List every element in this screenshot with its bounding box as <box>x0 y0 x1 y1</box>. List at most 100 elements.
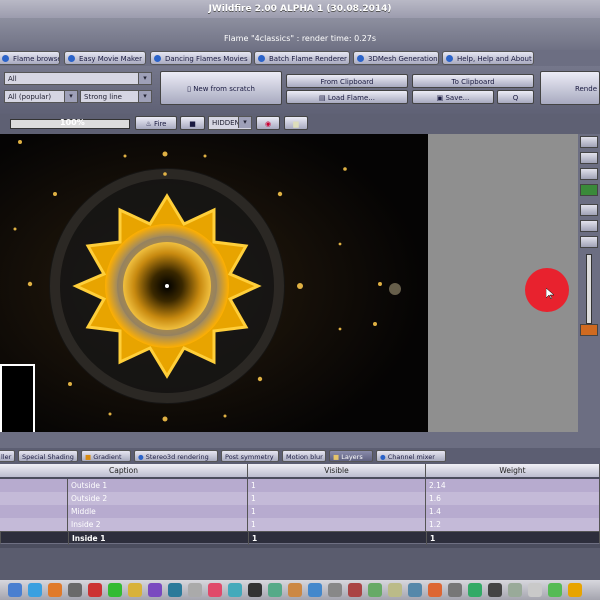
fractal-image <box>0 134 428 432</box>
to-clipboard-button[interactable]: To Clipboard <box>412 74 534 88</box>
row-weight: 1 <box>427 532 600 545</box>
tab-batch-renderer[interactable]: Batch Flame Renderer <box>254 51 350 65</box>
stop-button[interactable]: ■ <box>180 116 205 130</box>
main-tabs: Flame browser Easy Movie Maker Dancing F… <box>0 50 600 66</box>
tab-help[interactable]: Help, Help and About <box>442 51 534 65</box>
table-row[interactable]: Middle 1 1.4 <box>0 505 600 519</box>
app-icon[interactable] <box>508 583 522 597</box>
app-icon[interactable] <box>568 583 582 597</box>
fire-button[interactable]: ♨ Fire <box>135 116 177 130</box>
from-clipboard-button[interactable]: From Clipboard <box>286 74 408 88</box>
vertical-slider[interactable] <box>586 254 592 324</box>
separator-bar <box>0 432 600 448</box>
app-icon[interactable] <box>68 583 82 597</box>
movie-icon <box>68 55 75 62</box>
note-icon: ▆ <box>293 120 299 128</box>
app-icon[interactable] <box>428 583 442 597</box>
filter-select[interactable]: All ▾ <box>4 72 152 85</box>
quicksave-button[interactable]: Q <box>497 90 534 104</box>
window-title: JWildfire 2.00 ALPHA 1 (30.08.2014) <box>0 0 600 18</box>
column-visible[interactable]: Visible <box>248 464 426 477</box>
row-weight: 1.2 <box>426 518 600 531</box>
flame-preview[interactable] <box>0 134 428 432</box>
tab-channel-mixer[interactable]: ● Channel mixer <box>376 450 446 462</box>
scale-tool-button[interactable] <box>580 168 598 180</box>
thumbnail-preview[interactable] <box>0 364 35 439</box>
random-generator-select[interactable]: All (popular) ▾ <box>4 90 78 103</box>
color-wheel-icon: ◉ <box>264 120 272 128</box>
app-icon[interactable] <box>188 583 202 597</box>
app-icon[interactable] <box>288 583 302 597</box>
tab-gradient[interactable]: ■ Gradient <box>81 450 131 462</box>
glasses-icon: ● <box>138 453 144 461</box>
tab-flame-browser[interactable]: Flame browser <box>0 51 60 65</box>
help-icon <box>446 55 453 62</box>
app-icon[interactable] <box>108 583 122 597</box>
table-row-selected[interactable]: Inside 1 1 1 <box>0 531 600 545</box>
tab-motion-blur[interactable]: Motion blur <box>282 450 326 462</box>
tab-stereo3d[interactable]: ● Stereo3d rendering <box>134 450 218 462</box>
app-icon[interactable] <box>128 583 142 597</box>
tab-dancing-flames[interactable]: Dancing Flames Movies <box>150 51 252 65</box>
load-flame-button[interactable]: ▤ Load Flame... <box>286 90 408 104</box>
row-caption: Inside 1 <box>69 532 249 545</box>
layers-icon: ■ <box>333 453 340 461</box>
app-icon[interactable] <box>268 583 282 597</box>
row-weight: 1.4 <box>426 505 600 518</box>
app-icon[interactable] <box>468 583 482 597</box>
tab-layers[interactable]: ■ Layers <box>329 450 373 462</box>
folder-icon: ▤ <box>319 94 328 102</box>
grid-tool-button[interactable] <box>580 184 598 196</box>
app-icon[interactable] <box>208 583 222 597</box>
tab-easy-movie-maker[interactable]: Easy Movie Maker <box>64 51 146 65</box>
note-button[interactable]: ▆ <box>284 116 308 130</box>
snap-tool-button[interactable] <box>580 220 598 232</box>
browser-icon[interactable] <box>28 583 42 597</box>
square-icon: ■ <box>189 120 196 128</box>
app-icon[interactable] <box>528 583 542 597</box>
app-icon[interactable] <box>548 583 562 597</box>
table-row[interactable]: Outside 2 1 1.6 <box>0 492 600 506</box>
tab-3dmesh[interactable]: 3DMesh Generation <box>353 51 439 65</box>
tab-special-shading[interactable]: Special Shading <box>18 450 78 462</box>
app-icon[interactable] <box>248 583 262 597</box>
render-button[interactable]: Rende <box>540 71 600 105</box>
play-tool-button[interactable] <box>580 324 598 336</box>
row-weight: 1.6 <box>426 492 600 505</box>
app-icon[interactable] <box>148 583 162 597</box>
app-icon[interactable] <box>368 583 382 597</box>
app-icon[interactable] <box>408 583 422 597</box>
finder-icon[interactable] <box>8 583 22 597</box>
app-icon[interactable] <box>448 583 462 597</box>
layers-table: Caption Visible Weight Outside 1 1 2.14 … <box>0 464 600 548</box>
terminal-icon[interactable] <box>488 583 502 597</box>
music-icon <box>154 55 161 62</box>
edit-tool-button[interactable] <box>580 204 598 216</box>
app-icon[interactable] <box>168 583 182 597</box>
tab-ller[interactable]: ller <box>0 450 15 462</box>
column-weight[interactable]: Weight <box>426 464 600 477</box>
rotate-tool-button[interactable] <box>580 152 598 164</box>
triangle-tool-button[interactable] <box>580 136 598 148</box>
app-icon[interactable] <box>308 583 322 597</box>
color-wheel-button[interactable]: ◉ <box>256 116 280 130</box>
new-from-scratch-button[interactable]: ▯ New from scratch <box>160 71 282 105</box>
app-icon[interactable] <box>88 583 102 597</box>
symmetry-select[interactable]: Strong line ▾ <box>80 90 152 103</box>
app-icon[interactable] <box>348 583 362 597</box>
tab-post-symmetry[interactable]: Post symmetry <box>221 450 279 462</box>
app-icon[interactable] <box>228 583 242 597</box>
batch-icon <box>258 55 265 62</box>
table-row[interactable]: Inside 2 1 1.2 <box>0 518 600 532</box>
reset-tool-button[interactable] <box>580 236 598 248</box>
app-icon[interactable] <box>388 583 402 597</box>
column-caption[interactable]: Caption <box>0 464 248 477</box>
app-icon[interactable] <box>48 583 62 597</box>
gradient-icon: ■ <box>85 453 92 461</box>
row-visible: 1 <box>249 532 427 545</box>
render-mode-select[interactable]: HIDDEN ▾ <box>208 116 252 130</box>
row-caption: Outside 1 <box>68 479 248 492</box>
app-icon[interactable] <box>328 583 342 597</box>
save-button[interactable]: ▣ Save... <box>412 90 494 104</box>
table-row[interactable]: Outside 1 1 2.14 <box>0 479 600 493</box>
